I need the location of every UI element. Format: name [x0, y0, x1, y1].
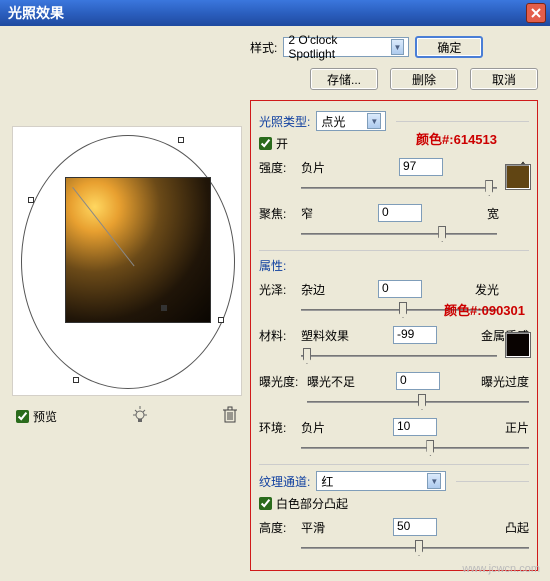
- ambience-slider[interactable]: [301, 438, 529, 458]
- intensity-input[interactable]: 97: [399, 158, 443, 176]
- ambient-color-swatch[interactable]: [505, 332, 531, 358]
- focus-label: 聚焦:: [259, 205, 295, 222]
- gloss-input[interactable]: 0: [378, 280, 422, 298]
- color-annotation-1: 颜色#:614513: [416, 129, 497, 148]
- exposure-left: 曝光不足: [307, 373, 355, 390]
- light-type-value: 点光: [321, 113, 345, 130]
- delete-button[interactable]: 删除: [390, 68, 458, 90]
- focus-slider[interactable]: [301, 224, 497, 244]
- focus-right: 宽: [487, 205, 499, 222]
- gloss-label: 光泽:: [259, 281, 295, 298]
- intensity-slider[interactable]: [301, 178, 497, 198]
- height-label: 高度:: [259, 519, 295, 536]
- trash-icon[interactable]: [222, 406, 238, 427]
- properties-label: 属性:: [259, 257, 529, 274]
- chevron-down-icon: ▼: [367, 113, 381, 129]
- focus-left: 窄: [301, 205, 313, 222]
- material-input[interactable]: -99: [393, 326, 437, 344]
- save-button[interactable]: 存储...: [310, 68, 378, 90]
- watermark: www.jcwcn.com: [462, 563, 540, 575]
- height-slider[interactable]: [301, 538, 529, 558]
- light-type-select[interactable]: 点光 ▼: [316, 111, 386, 131]
- exposure-input[interactable]: 0: [396, 372, 440, 390]
- exposure-label: 曝光度:: [259, 373, 301, 390]
- intensity-left: 负片: [301, 159, 325, 176]
- style-select[interactable]: 2 O'clock Spotlight ▼: [283, 37, 409, 57]
- light-on-label: 开: [276, 135, 288, 152]
- material-left: 塑料效果: [301, 327, 349, 344]
- close-icon: [531, 8, 541, 18]
- white-high-label: 白色部分凸起: [276, 495, 348, 512]
- chevron-down-icon: ▼: [391, 39, 405, 55]
- light-color-swatch[interactable]: [505, 164, 531, 190]
- style-select-value: 2 O'clock Spotlight: [288, 33, 384, 61]
- material-slider[interactable]: [301, 346, 497, 366]
- exposure-right: 曝光过度: [481, 373, 529, 390]
- ambience-label: 环境:: [259, 419, 295, 436]
- height-input[interactable]: 50: [393, 518, 437, 536]
- window-title: 光照效果: [4, 3, 64, 23]
- texture-channel-select[interactable]: 红 ▼: [316, 471, 446, 491]
- exposure-slider[interactable]: [307, 392, 529, 412]
- lightbulb-icon[interactable]: [130, 404, 150, 429]
- preview-canvas[interactable]: [12, 126, 242, 396]
- height-right: 凸起: [505, 519, 529, 536]
- texture-channel-label: 纹理通道:: [259, 473, 310, 490]
- light-type-label: 光照类型:: [259, 113, 310, 130]
- gloss-left: 杂边: [301, 281, 325, 298]
- gloss-right: 发光: [475, 281, 499, 298]
- ambience-right: 正片: [505, 419, 529, 436]
- style-label: 样式:: [250, 39, 277, 56]
- white-high-checkbox[interactable]: 白色部分凸起: [259, 495, 348, 512]
- ambience-left: 负片: [301, 419, 325, 436]
- color-annotation-2: 颜色#:090301: [444, 300, 525, 319]
- material-label: 材料:: [259, 327, 295, 344]
- texture-channel-value: 红: [321, 473, 333, 490]
- close-button[interactable]: [526, 3, 546, 23]
- light-on-checkbox[interactable]: 开: [259, 135, 288, 152]
- cancel-button[interactable]: 取消: [470, 68, 538, 90]
- preview-checkbox[interactable]: 预览: [16, 408, 57, 425]
- chevron-down-icon: ▼: [427, 473, 441, 489]
- ok-button[interactable]: 确定: [415, 36, 483, 58]
- intensity-label: 强度:: [259, 159, 295, 176]
- preview-checkbox-label: 预览: [33, 408, 57, 425]
- focus-input[interactable]: 0: [378, 204, 422, 222]
- height-left: 平滑: [301, 519, 325, 536]
- ambience-input[interactable]: 10: [393, 418, 437, 436]
